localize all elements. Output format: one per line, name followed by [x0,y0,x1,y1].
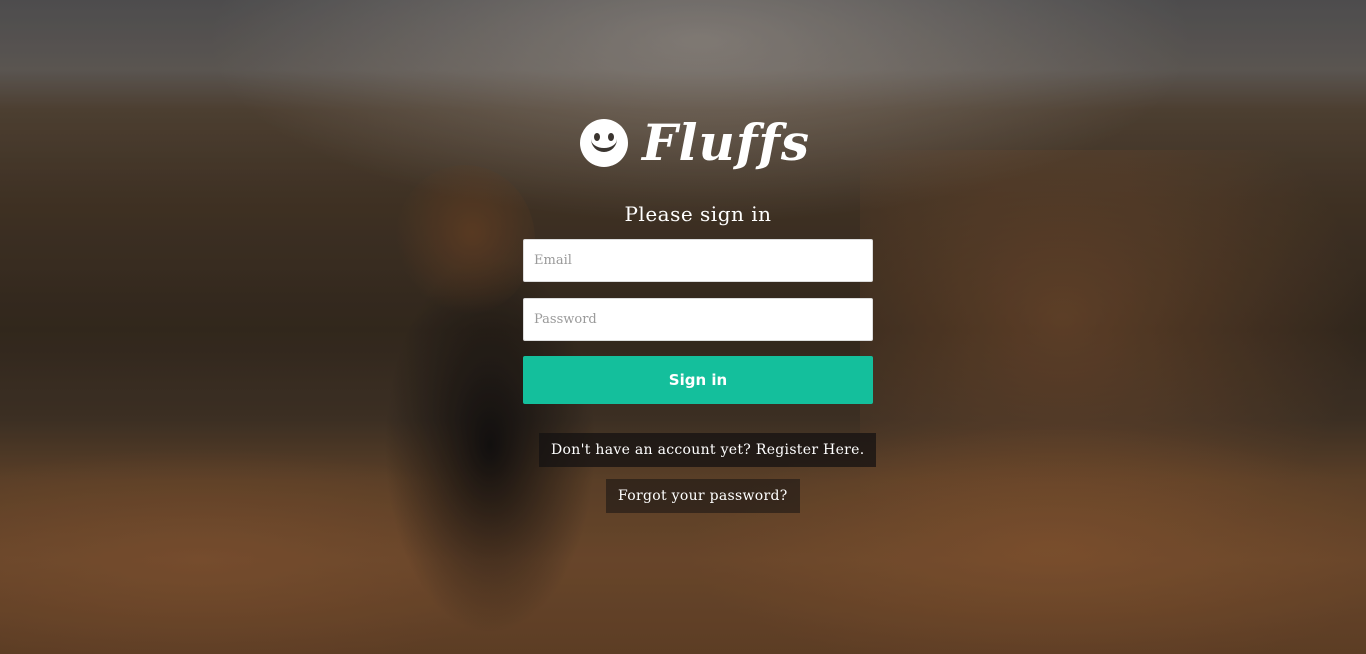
email-field[interactable] [523,239,873,282]
smiley-face-icon [580,119,628,167]
register-link[interactable]: Don't have an account yet? Register Here… [539,433,877,467]
page-title: Please sign in [624,202,772,226]
forgot-password-link[interactable]: Forgot your password? [606,479,800,513]
password-field[interactable] [523,298,873,341]
sign-in-button[interactable]: Sign in [523,356,873,404]
brand-logo: Fluffs [580,118,810,168]
smiley-mouth [591,135,617,152]
brand-name: Fluffs [642,113,811,172]
